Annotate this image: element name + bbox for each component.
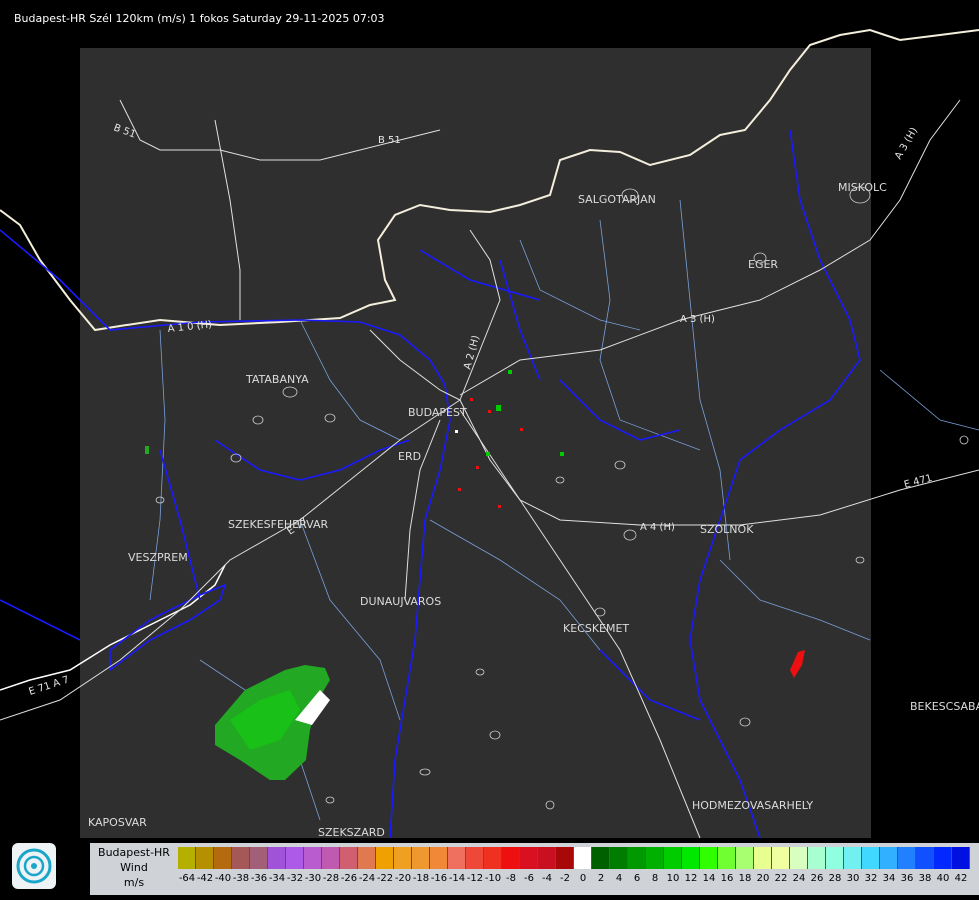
road-label-b51-east: B 51 — [378, 135, 401, 146]
legend-swatch — [880, 847, 898, 869]
city-szolnok: SZOLNOK — [700, 523, 754, 536]
legend-swatch — [484, 847, 502, 869]
road-label-a3: A 3 (H) — [680, 314, 715, 325]
legend-radar-name: Budapest-HR — [98, 846, 170, 859]
legend-swatch — [862, 847, 880, 869]
legend-swatch — [448, 847, 466, 869]
legend-swatch — [934, 847, 952, 869]
legend-unit: m/s — [123, 876, 145, 889]
city-dunaujvaros: DUNAUJVAROS — [360, 595, 441, 608]
legend-swatch — [844, 847, 862, 869]
legend-swatch — [592, 847, 610, 869]
legend-swatch — [574, 847, 592, 869]
road-label-a4: A 4 (H) — [640, 522, 675, 533]
city-kecskemet: KECSKEMET — [563, 622, 629, 635]
legend-swatch — [412, 847, 430, 869]
legend-swatch — [898, 847, 916, 869]
city-salgotarjan: SALGOTARJAN — [578, 193, 656, 206]
road-label-a3-north: A 3 (H) — [893, 126, 920, 162]
legend-swatch — [232, 847, 250, 869]
radar-map: B 51 B 51 A 3 (H) A 3 (H) A 1 0 (H) A 2 … — [0, 28, 979, 839]
city-eger: EGER — [748, 258, 778, 271]
city-szekesfehervar: SZEKESFEHERVAR — [228, 518, 329, 531]
legend-swatch — [466, 847, 484, 869]
legend-label: Budapest-HR Wind m/s — [90, 845, 178, 890]
legend-swatch — [394, 847, 412, 869]
city-hodmezovasarhely: HODMEZOVASARHELY — [692, 799, 813, 812]
omsz-logo — [12, 843, 56, 889]
legend-swatch — [664, 847, 682, 869]
legend-tick-label: 42 — [954, 873, 968, 884]
city-budapest: BUDAPEST — [408, 406, 467, 419]
road-label-e471: E 471 — [903, 473, 933, 491]
legend-swatch — [736, 847, 754, 869]
legend-swatch — [646, 847, 664, 869]
city-tatabanya: TATABANYA — [245, 373, 309, 386]
wind-legend: Budapest-HR Wind m/s -64 -42 -40 -38 -36 -34-… — [90, 843, 979, 895]
legend-swatch — [196, 847, 214, 869]
legend-swatch — [754, 847, 772, 869]
legend-swatch — [718, 847, 736, 869]
legend-swatch — [340, 847, 358, 869]
legend-swatch — [826, 847, 844, 869]
legend-swatch — [214, 847, 232, 869]
legend-swatch — [178, 847, 196, 869]
legend-swatch — [304, 847, 322, 869]
legend-swatch — [952, 847, 970, 869]
legend-swatch — [628, 847, 646, 869]
city-kaposvar: KAPOSVAR — [88, 816, 147, 829]
city-bekescsaba: BEKESCSABA — [910, 700, 979, 713]
road-label-e71: E 71 A 7 — [28, 674, 71, 697]
legend-swatch — [286, 847, 304, 869]
legend-swatch — [610, 847, 628, 869]
legend-product: Wind — [120, 861, 148, 874]
legend-swatch — [700, 847, 718, 869]
legend-swatch — [268, 847, 286, 869]
legend-swatch — [376, 847, 394, 869]
legend-swatch — [538, 847, 556, 869]
city-erd: ERD — [398, 450, 421, 463]
radar-coverage-area — [80, 48, 871, 838]
legend-swatch — [430, 847, 448, 869]
legend-swatch — [916, 847, 934, 869]
legend-swatch — [556, 847, 574, 869]
legend-swatch — [682, 847, 700, 869]
legend-swatch — [502, 847, 520, 869]
legend-swatch — [520, 847, 538, 869]
legend-swatch — [808, 847, 826, 869]
legend-swatch — [790, 847, 808, 869]
city-szekszard: SZEKSZARD — [318, 826, 385, 839]
legend-swatch — [322, 847, 340, 869]
legend-swatch — [358, 847, 376, 869]
legend-swatch — [250, 847, 268, 869]
city-veszprem: VESZPREM — [128, 551, 188, 564]
legend-swatch — [772, 847, 790, 869]
